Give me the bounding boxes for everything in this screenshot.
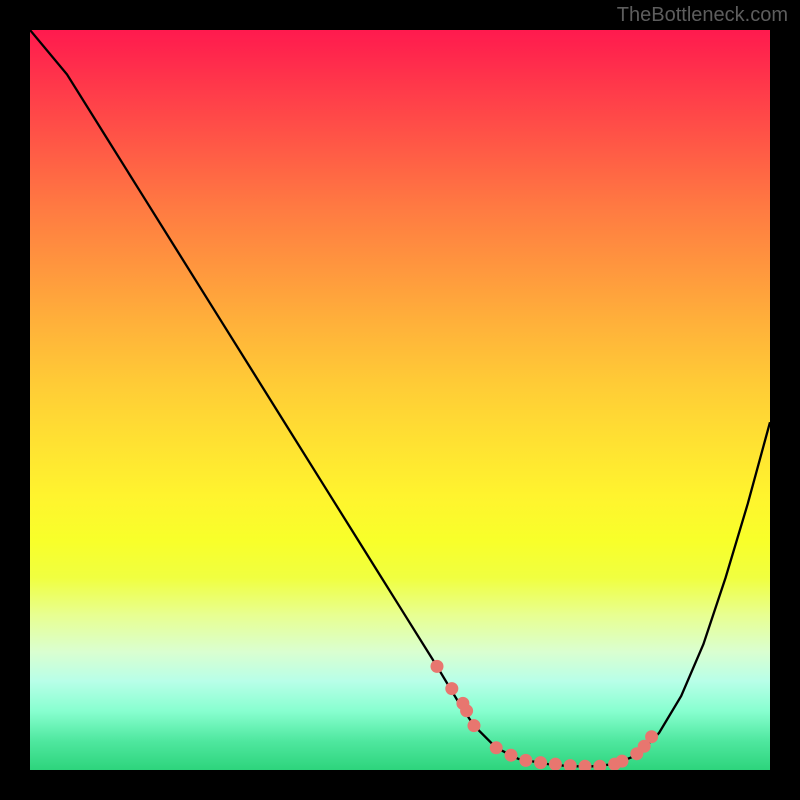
scatter-point bbox=[431, 660, 444, 673]
scatter-point bbox=[519, 754, 532, 767]
chart-plot-area bbox=[30, 30, 770, 770]
scatter-point bbox=[593, 760, 606, 770]
bottleneck-curve-line bbox=[30, 30, 770, 766]
scatter-point bbox=[549, 758, 562, 770]
scatter-point bbox=[534, 756, 547, 769]
scatter-point bbox=[490, 741, 503, 754]
scatter-point bbox=[468, 719, 481, 732]
scatter-point bbox=[616, 755, 629, 768]
scatter-point bbox=[460, 704, 473, 717]
scatter-points-group bbox=[431, 660, 659, 770]
scatter-point bbox=[445, 682, 458, 695]
scatter-point bbox=[505, 749, 518, 762]
scatter-point bbox=[645, 730, 658, 743]
chart-svg bbox=[30, 30, 770, 770]
scatter-point bbox=[579, 760, 592, 770]
scatter-point bbox=[564, 759, 577, 770]
watermark-text: TheBottleneck.com bbox=[617, 4, 788, 27]
